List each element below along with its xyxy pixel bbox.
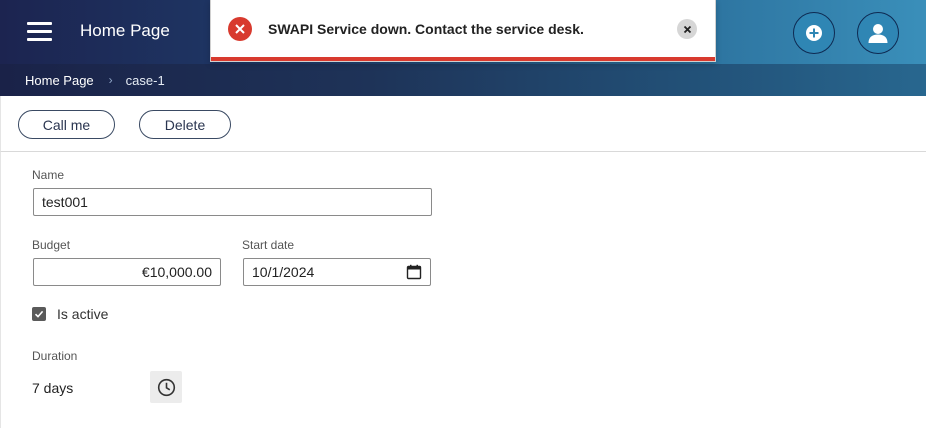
start-date-input[interactable]: 10/1/2024 (243, 258, 431, 286)
hamburger-menu-icon[interactable] (22, 18, 58, 46)
app-title: Home Page (80, 21, 170, 40)
budget-label: Budget (32, 238, 71, 252)
breadcrumb: Home Page › case-1 (0, 64, 926, 96)
call-me-button[interactable]: Call me (18, 110, 115, 139)
error-toast: SWAPI Service down. Contact the service … (210, 0, 716, 62)
action-toolbar: Call me Delete (0, 96, 926, 152)
add-button[interactable] (793, 12, 835, 54)
user-icon (868, 24, 888, 43)
clock-icon (157, 378, 175, 396)
budget-input[interactable]: €10,000.00 (33, 258, 221, 286)
case-form: Name test001 Budget €10,000.00 Start dat… (0, 152, 926, 428)
toast-progress-bar (211, 57, 715, 61)
start-date-label: Start date (242, 238, 295, 252)
name-input[interactable]: test001 (33, 188, 432, 216)
name-value: test001 (42, 194, 88, 210)
is-active-label: Is active (57, 306, 109, 322)
is-active-checkbox[interactable] (32, 307, 46, 321)
duration-value: 7 days (32, 380, 74, 396)
user-profile-button[interactable] (857, 12, 899, 54)
error-icon (228, 17, 252, 41)
duration-picker-button[interactable] (150, 371, 182, 403)
checkmark-icon (34, 310, 44, 318)
breadcrumb-home[interactable]: Home Page (25, 73, 94, 88)
budget-value: €10,000.00 (141, 264, 212, 280)
breadcrumb-current: case-1 (125, 72, 165, 88)
is-active-row: Is active (32, 306, 108, 322)
close-icon[interactable] (677, 19, 697, 39)
duration-label: Duration (32, 349, 78, 363)
start-date-value: 10/1/2024 (252, 264, 315, 280)
chevron-right-icon: › (108, 73, 113, 87)
add-circle-icon (806, 25, 822, 41)
calendar-icon[interactable] (406, 264, 422, 280)
name-label: Name (32, 168, 65, 182)
toast-message: SWAPI Service down. Contact the service … (268, 21, 584, 37)
delete-button[interactable]: Delete (139, 110, 231, 139)
